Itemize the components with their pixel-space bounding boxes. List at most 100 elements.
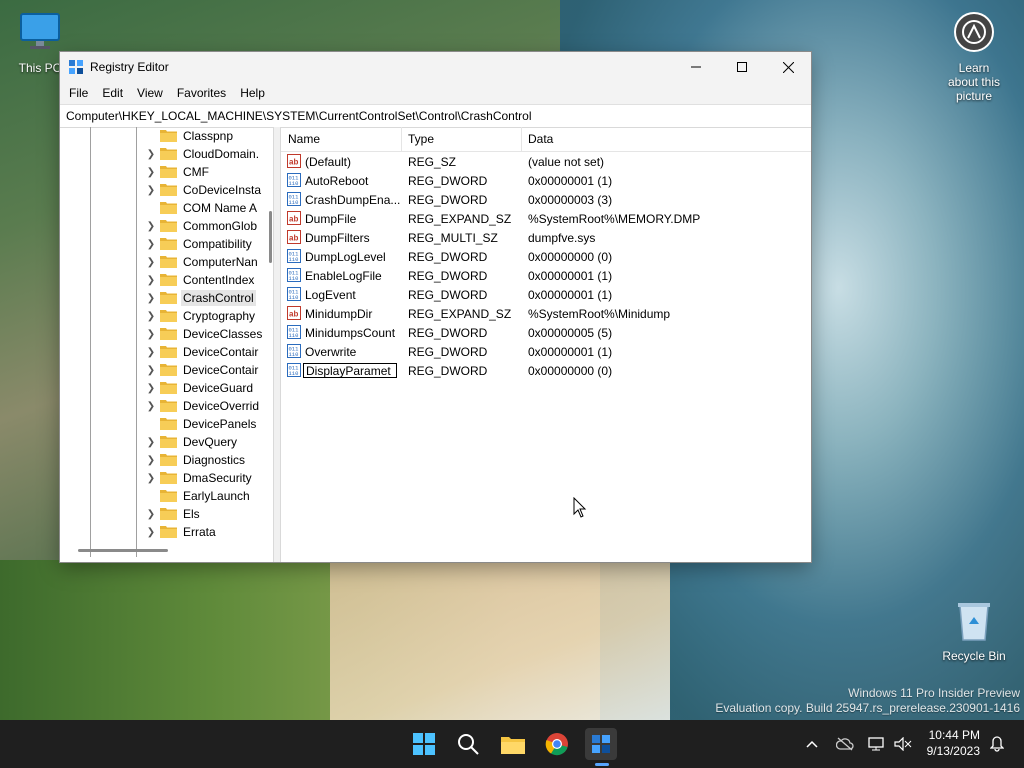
desktop-icon-learn-picture[interactable]: Learn about this picture xyxy=(942,10,1006,103)
tree-horizontal-scrollbar[interactable] xyxy=(78,549,168,552)
tree-item[interactable]: COM Name A xyxy=(60,199,273,217)
value-row[interactable]: ab MinidumpDir REG_EXPAND_SZ %SystemRoot%\M… xyxy=(281,304,811,323)
tree-item-label: Cryptography xyxy=(183,309,256,323)
chevron-right-icon[interactable]: ❯ xyxy=(146,451,156,469)
chevron-right-icon[interactable]: ❯ xyxy=(146,361,156,379)
maximize-button[interactable] xyxy=(719,52,765,82)
menu-view[interactable]: View xyxy=(130,86,170,100)
tree-item-label: COM Name A xyxy=(183,201,258,215)
menu-favorites[interactable]: Favorites xyxy=(170,86,233,100)
file-explorer-button[interactable] xyxy=(497,728,529,760)
value-row[interactable]: 011 110 MinidumpsCount REG_DWORD 0x00000005 … xyxy=(281,323,811,342)
value-type: REG_DWORD xyxy=(408,363,488,378)
value-row[interactable]: ab DumpFilters REG_MULTI_SZ dumpfve.sys xyxy=(281,228,811,247)
menu-edit[interactable]: Edit xyxy=(95,86,130,100)
title-bar[interactable]: Registry Editor xyxy=(60,52,811,82)
tree-item[interactable]: ❯ CoDeviceInsta xyxy=(60,181,273,199)
pane-splitter[interactable] xyxy=(274,127,281,562)
tree-item[interactable]: ❯ Diagnostics xyxy=(60,451,273,469)
tree-item[interactable]: ❯ DeviceClasses xyxy=(60,325,273,343)
chevron-right-icon[interactable]: ❯ xyxy=(146,523,156,541)
chevron-right-icon[interactable]: ❯ xyxy=(146,145,156,163)
tree-item[interactable]: ❯ CloudDomain. xyxy=(60,145,273,163)
start-button[interactable] xyxy=(408,728,440,760)
taskbar-clock[interactable]: 10:44 PM 9/13/2023 xyxy=(927,727,980,759)
chevron-right-icon[interactable]: ❯ xyxy=(146,379,156,397)
chevron-right-icon[interactable]: ❯ xyxy=(146,325,156,343)
rename-input[interactable]: DisplayParamet xyxy=(303,363,397,378)
chevron-right-icon[interactable]: ❯ xyxy=(146,433,156,451)
tray-network-disabled[interactable] xyxy=(834,720,856,768)
tray-network[interactable] xyxy=(866,720,888,768)
string-value-icon: ab xyxy=(287,154,301,168)
chevron-right-icon[interactable]: ❯ xyxy=(146,289,156,307)
tree-item[interactable]: ❯ ComputerNan xyxy=(60,253,273,271)
column-divider[interactable] xyxy=(401,127,402,151)
tree-item[interactable]: ❯ Errata xyxy=(60,523,273,541)
chevron-right-icon[interactable]: ❯ xyxy=(146,181,156,199)
tree-item[interactable]: ❯ DeviceGuard xyxy=(60,379,273,397)
menu-file[interactable]: File xyxy=(62,86,95,100)
tray-volume-muted[interactable] xyxy=(892,720,914,768)
value-row[interactable]: 011 110 AutoReboot REG_DWORD 0x00000001 (1) xyxy=(281,171,811,190)
address-path[interactable]: Computer\HKEY_LOCAL_MACHINE\SYSTEM\Curre… xyxy=(66,109,532,123)
registry-editor-window[interactable]: Registry Editor File Edit View Favorites… xyxy=(60,52,811,562)
chevron-right-icon[interactable]: ❯ xyxy=(146,343,156,361)
tree-item[interactable]: ❯ DevQuery xyxy=(60,433,273,451)
chevron-right-icon[interactable]: ❯ xyxy=(146,469,156,487)
string-value-icon: ab xyxy=(287,230,301,244)
column-header-type[interactable]: Type xyxy=(408,127,434,151)
chevron-right-icon[interactable]: ❯ xyxy=(146,235,156,253)
chevron-right-icon[interactable]: ❯ xyxy=(146,163,156,181)
binary-value-icon: 011 110 xyxy=(287,268,301,282)
tree-item[interactable]: ❯ DeviceOverrid xyxy=(60,397,273,415)
close-button[interactable] xyxy=(765,52,811,82)
chevron-right-icon[interactable]: ❯ xyxy=(146,253,156,271)
column-header-data[interactable]: Data xyxy=(528,127,553,151)
value-row[interactable]: ab DumpFile REG_EXPAND_SZ %SystemRoot%\MEMO… xyxy=(281,209,811,228)
chevron-right-icon[interactable]: ❯ xyxy=(146,271,156,289)
chevron-right-icon[interactable]: ❯ xyxy=(146,307,156,325)
tree-item[interactable]: ❯ DeviceContair xyxy=(60,343,273,361)
chevron-right-icon[interactable]: ❯ xyxy=(146,505,156,523)
value-data: 0x00000000 (0) xyxy=(528,363,613,378)
chevron-right-icon[interactable]: ❯ xyxy=(146,397,156,415)
folder-icon xyxy=(160,201,177,214)
os-watermark: Windows 11 Pro Insider Preview Evaluatio… xyxy=(715,686,1020,716)
svg-text:110: 110 xyxy=(289,351,299,358)
column-divider[interactable] xyxy=(521,127,522,151)
chrome-button[interactable] xyxy=(541,728,573,760)
tree-item[interactable]: ❯ DeviceContair xyxy=(60,361,273,379)
tree-item[interactable]: ❯ ContentIndex xyxy=(60,271,273,289)
tree-item[interactable]: EarlyLaunch xyxy=(60,487,273,505)
minimize-button[interactable] xyxy=(673,52,719,82)
regedit-taskbar-button[interactable] xyxy=(585,728,617,760)
tree-item[interactable]: DevicePanels xyxy=(60,415,273,433)
value-row[interactable]: 011 110 CrashDumpEna... REG_DWORD 0x00000003… xyxy=(281,190,811,209)
key-tree-pane[interactable]: Classpnp ❯ CloudDomain. ❯ CMF ❯ CoDeviceInsta C… xyxy=(60,127,274,562)
value-row[interactable]: ab (Default) REG_SZ (value not set) xyxy=(281,152,811,171)
tree-item[interactable]: ❯ CommonGlob xyxy=(60,217,273,235)
tree-item[interactable]: Classpnp xyxy=(60,127,273,145)
tree-item[interactable]: ❯ DmaSecurity xyxy=(60,469,273,487)
menu-help[interactable]: Help xyxy=(233,86,272,100)
value-row[interactable]: 011 110 Overwrite REG_DWORD 0x00000001 (1) xyxy=(281,342,811,361)
show-hidden-icons-button[interactable] xyxy=(802,720,822,768)
values-list-pane[interactable]: Name Type Data ab (Default) REG_SZ (value n… xyxy=(281,127,811,562)
chevron-right-icon[interactable]: ❯ xyxy=(146,217,156,235)
notification-button[interactable] xyxy=(986,720,1008,768)
tree-item[interactable]: ❯ Cryptography xyxy=(60,307,273,325)
tree-item-label: CommonGlob xyxy=(183,219,258,233)
value-row[interactable]: 011 110 DisplayParamet REG_DWORD 0x00000000 … xyxy=(281,361,811,380)
tree-item[interactable]: ❯ CrashControl xyxy=(60,289,273,307)
value-row[interactable]: 011 110 LogEvent REG_DWORD 0x00000001 (1) xyxy=(281,285,811,304)
tree-item[interactable]: ❯ Compatibility xyxy=(60,235,273,253)
tree-item[interactable]: ❯ CMF xyxy=(60,163,273,181)
desktop-icon-recycle-bin[interactable]: Recycle Bin xyxy=(942,598,1006,663)
tree-item[interactable]: ❯ Els xyxy=(60,505,273,523)
value-row[interactable]: 011 110 DumpLogLevel REG_DWORD 0x00000000 (0… xyxy=(281,247,811,266)
value-row[interactable]: 011 110 EnableLogFile REG_DWORD 0x00000001 (… xyxy=(281,266,811,285)
address-bar[interactable]: Computer\HKEY_LOCAL_MACHINE\SYSTEM\Curre… xyxy=(60,104,811,128)
search-button[interactable] xyxy=(452,728,484,760)
column-header-name[interactable]: Name xyxy=(288,127,320,151)
